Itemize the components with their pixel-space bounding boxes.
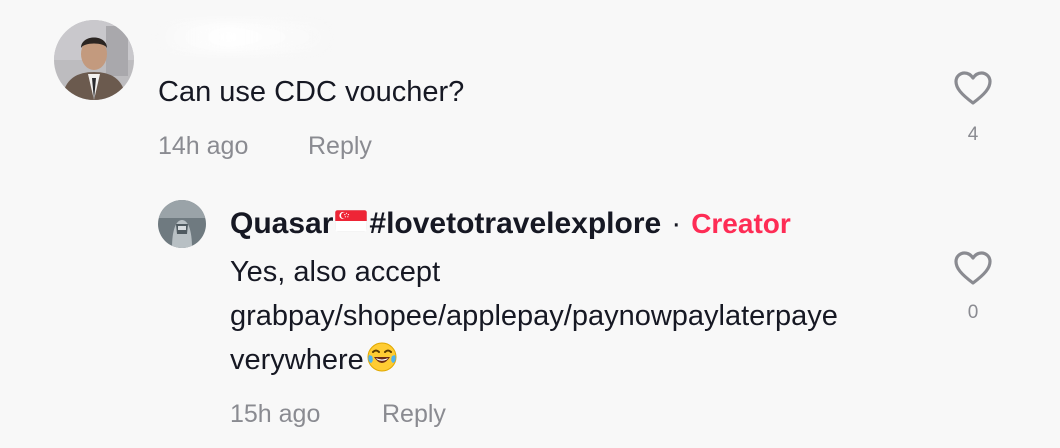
tears-of-joy-emoji-icon bbox=[366, 341, 398, 373]
reply-like-count: 0 bbox=[967, 302, 979, 323]
heart-outline-icon bbox=[954, 251, 992, 285]
creator-badge: Creator bbox=[691, 208, 791, 239]
reply-reply-button[interactable]: Reply bbox=[382, 400, 446, 429]
reply-like-button[interactable] bbox=[953, 250, 993, 286]
comment-thread: Can use CDC voucher? 14h ago Reply 4 Qua… bbox=[0, 0, 1060, 448]
heart-outline-icon bbox=[954, 71, 992, 105]
reply-header: Quasar #lovetotravelexplore · Creator bbox=[230, 204, 791, 244]
creator-avatar[interactable] bbox=[158, 200, 206, 248]
comment-text: Can use CDC voucher? bbox=[158, 76, 465, 108]
singapore-flag-icon bbox=[335, 210, 368, 232]
commenter-username-obscured bbox=[158, 22, 328, 52]
creator-hashtag[interactable]: #lovetotravelexplore bbox=[369, 207, 661, 241]
reply-text-line-1: Yes, also accept bbox=[230, 256, 441, 288]
reply-timestamp: 15h ago bbox=[230, 400, 321, 428]
comment-reply-button[interactable]: Reply bbox=[308, 132, 372, 161]
comment-like-button[interactable] bbox=[953, 70, 993, 106]
comment-timestamp: 14h ago bbox=[158, 132, 249, 160]
reply-text-line-3: verywhere bbox=[230, 339, 398, 382]
creator-username[interactable]: Quasar bbox=[230, 207, 333, 241]
header-separator: · bbox=[671, 207, 682, 240]
reply-text-line-2: grabpay/shopee/applepay/paynowpaylaterpa… bbox=[230, 300, 838, 332]
comment-like-count: 4 bbox=[967, 124, 979, 145]
commenter-avatar-image bbox=[54, 20, 134, 100]
commenter-avatar[interactable] bbox=[54, 20, 134, 100]
reply-text-line-3-content: verywhere bbox=[230, 344, 364, 376]
creator-avatar-image bbox=[158, 200, 206, 248]
